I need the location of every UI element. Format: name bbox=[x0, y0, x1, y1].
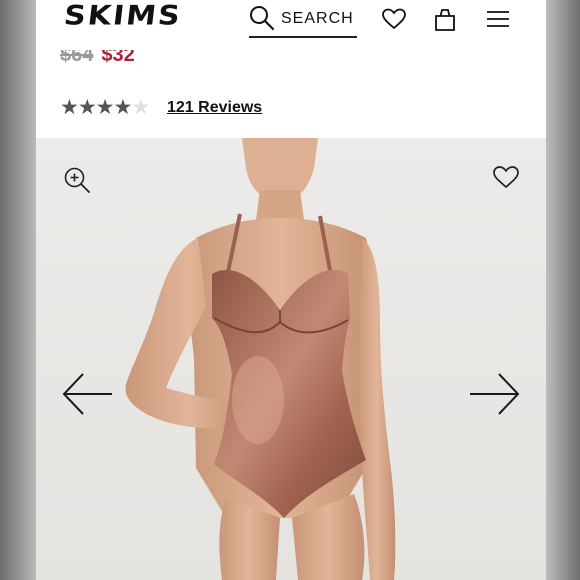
search-button[interactable]: SEARCH bbox=[249, 4, 357, 38]
product-image bbox=[36, 138, 546, 580]
arrow-right-icon[interactable] bbox=[467, 370, 521, 418]
price-row: $64 $32 bbox=[60, 50, 135, 76]
reviews-link[interactable]: 121 Reviews bbox=[167, 99, 262, 117]
star-empty-icon: ★ bbox=[131, 95, 151, 119]
zoom-in-icon[interactable] bbox=[63, 166, 91, 194]
model-image bbox=[125, 138, 396, 580]
star-rating: ★★★★★ bbox=[60, 95, 151, 119]
background-right bbox=[546, 0, 580, 580]
star-icon: ★ bbox=[113, 95, 133, 119]
bag-icon[interactable] bbox=[433, 6, 457, 32]
search-label: SEARCH bbox=[281, 10, 354, 27]
search-icon bbox=[250, 6, 275, 31]
original-price: $64 bbox=[60, 50, 94, 66]
star-icon: ★ bbox=[95, 95, 115, 119]
menu-icon[interactable] bbox=[485, 6, 511, 32]
star-icon: ★ bbox=[60, 95, 79, 119]
heart-icon[interactable] bbox=[492, 164, 520, 190]
background-left bbox=[0, 0, 36, 580]
brand-logo[interactable]: SKIMS bbox=[62, 0, 183, 32]
heart-icon[interactable] bbox=[381, 6, 407, 32]
product-page: SKIMS SEARCH $64 $32 ★★★★★ 121 Reviews bbox=[36, 0, 546, 580]
arrow-left-icon[interactable] bbox=[61, 370, 115, 418]
sale-price: $32 bbox=[101, 50, 135, 66]
star-icon: ★ bbox=[77, 95, 97, 119]
site-header: SKIMS SEARCH bbox=[36, 0, 546, 44]
